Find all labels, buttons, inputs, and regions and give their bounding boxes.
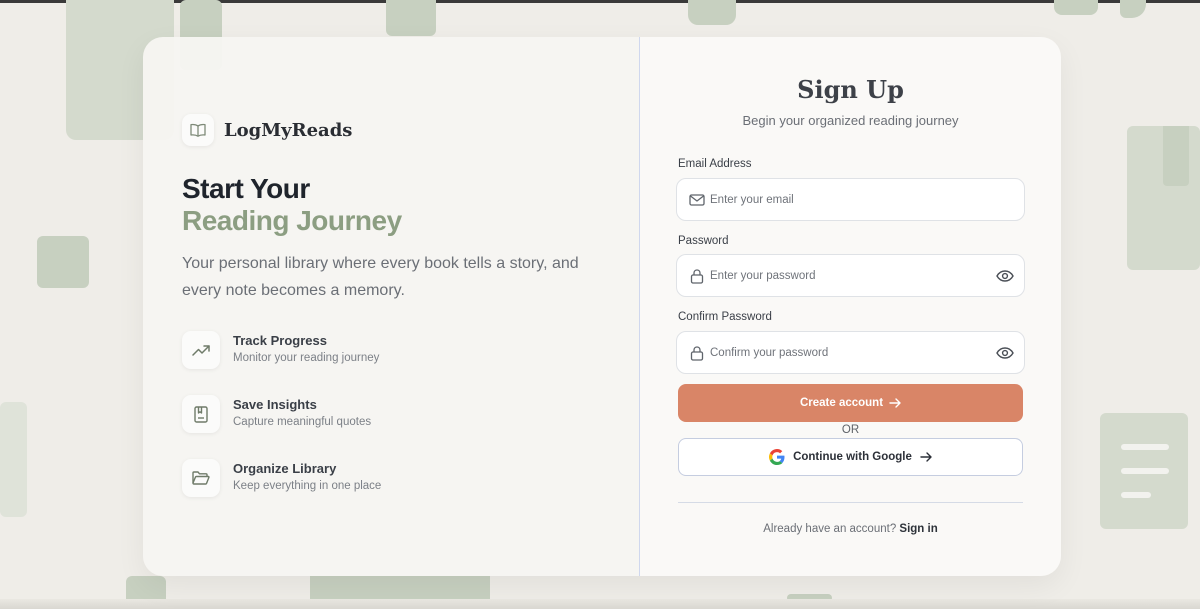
email-field[interactable] xyxy=(676,178,1025,221)
hero-heading-line1: Start Your xyxy=(182,173,310,204)
bg-left-strip xyxy=(0,402,27,517)
lock-icon xyxy=(690,346,704,361)
arrow-right-icon xyxy=(889,398,901,408)
bg-document-lines xyxy=(1121,444,1169,498)
arrow-right-icon xyxy=(920,452,932,462)
bg-square-shape xyxy=(37,236,89,288)
feature-description: Keep everything in one place xyxy=(233,480,382,492)
feature-description: Monitor your reading journey xyxy=(233,352,380,364)
google-button-label: Continue with Google xyxy=(793,451,912,463)
create-account-label: Create account xyxy=(799,397,884,409)
signup-card: LogMyReads Start Your Reading Journey Yo… xyxy=(143,37,1061,576)
google-icon xyxy=(769,449,785,465)
form-title: Sign Up xyxy=(797,75,904,104)
folder-open-icon xyxy=(182,459,220,497)
eye-icon[interactable] xyxy=(996,345,1014,361)
eye-icon[interactable] xyxy=(996,268,1014,284)
signin-link[interactable]: Sign in xyxy=(899,523,937,535)
feature-title: Track Progress xyxy=(233,333,327,348)
mail-icon xyxy=(689,194,705,206)
intro-panel: LogMyReads Start Your Reading Journey Yo… xyxy=(143,37,639,576)
signin-prompt-text: Already have an account? xyxy=(763,523,897,535)
bg-speech-shape xyxy=(688,0,736,25)
email-input[interactable] xyxy=(710,179,990,220)
password-field[interactable] xyxy=(676,254,1025,297)
feature-title: Organize Library xyxy=(233,461,337,476)
feature-track-progress: Track Progress Monitor your reading jour… xyxy=(182,331,582,371)
open-book-icon xyxy=(182,114,214,146)
bg-bookmark-shape xyxy=(386,0,436,36)
brand-name: LogMyReads xyxy=(224,120,353,141)
google-signin-button[interactable]: Continue with Google xyxy=(678,438,1023,476)
email-label: Email Address xyxy=(678,158,752,170)
lock-icon xyxy=(690,269,704,284)
signin-prompt-row: Already have an account? Sign in xyxy=(640,523,1061,535)
bg-corner-shape xyxy=(1054,0,1098,15)
signup-form-panel: Sign Up Begin your organized reading jou… xyxy=(640,37,1061,576)
create-account-button[interactable]: Create account xyxy=(678,384,1023,422)
confirm-password-field[interactable] xyxy=(676,331,1025,374)
form-divider-line xyxy=(678,502,1023,503)
feature-description: Capture meaningful quotes xyxy=(233,416,372,428)
feature-save-insights: Save Insights Capture meaningful quotes xyxy=(182,395,582,435)
bg-bookmark-ribbon xyxy=(1163,126,1189,186)
hero-heading-line2: Reading Journey xyxy=(182,205,402,236)
book-bookmark-icon xyxy=(182,395,220,433)
feature-organize-library: Organize Library Keep everything in one … xyxy=(182,459,582,499)
password-input[interactable] xyxy=(710,255,990,296)
confirm-password-input[interactable] xyxy=(710,332,990,373)
feature-title: Save Insights xyxy=(233,397,317,412)
password-label: Password xyxy=(678,235,729,247)
or-divider: OR xyxy=(841,424,860,436)
hero-description: Your personal library where every book t… xyxy=(182,255,579,299)
window-bottom-edge xyxy=(0,599,1200,609)
trending-up-icon xyxy=(182,331,220,369)
bg-leaf-shape xyxy=(1120,0,1146,18)
form-subtitle: Begin your organized reading journey xyxy=(742,113,959,128)
confirm-password-label: Confirm Password xyxy=(678,311,772,323)
